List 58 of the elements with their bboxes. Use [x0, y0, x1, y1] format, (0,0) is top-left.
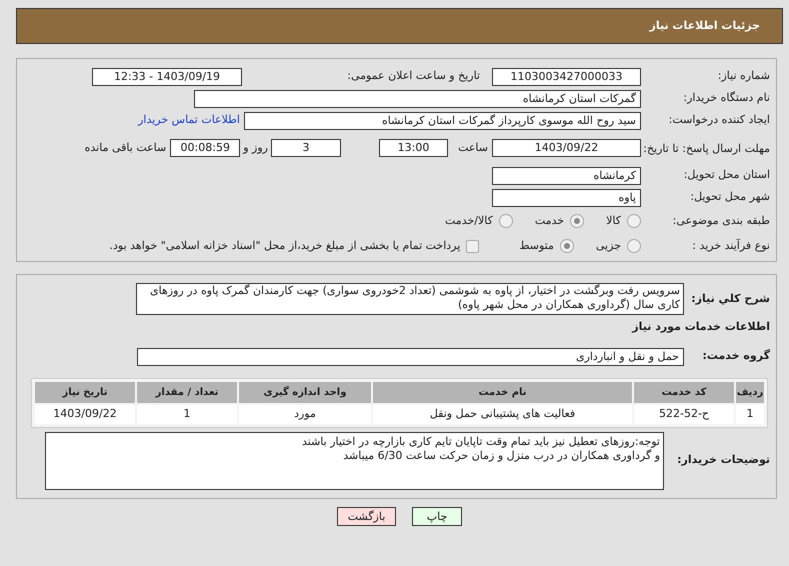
table-cell: فعالیت های پشتیبانی حمل ونقل	[373, 404, 632, 424]
description-box: سرویس رفت وبرگشت در اختیار، از پاوه به شوشمی (تعداد 2خودروی سواری) جهت کارمندان گمرک پاوه در روزهای کاری سال (گرداوری همکاران در محل شهر پاوه)	[136, 283, 684, 315]
label-text: جزیی	[596, 238, 621, 254]
label-text: متوسط	[519, 238, 554, 254]
table-cell: 1403/09/22	[35, 404, 135, 424]
notes-line: توجه:روزهای تعطیل نیز باید تمام وقت تاپایان تایم کاری بازارچه در اختیار باشند	[300, 434, 660, 448]
field-value: 00:08:59	[170, 139, 240, 157]
radio-button[interactable]	[627, 239, 641, 253]
column-header: نام خدمت	[373, 382, 632, 402]
checkbox[interactable]	[466, 240, 480, 252]
field-value: حمل و نقل و انبارداری	[137, 348, 684, 366]
label-text: روز و	[243, 140, 268, 156]
field-value: 1103003427000033	[492, 68, 641, 86]
table-cell: مورد	[239, 404, 371, 424]
field-value: گمرکات استان کرمانشاه	[194, 90, 641, 108]
column-header: تعداد / مقدار	[137, 382, 237, 402]
field-label: گروه خدمت:	[701, 348, 771, 364]
field-label: شماره نیاز:	[716, 68, 771, 84]
label-text: کالا	[606, 212, 621, 229]
radio-button[interactable]	[498, 214, 513, 228]
field-label: طبقه بندی موضوعی:	[672, 212, 771, 229]
table-cell: ح-52-522	[634, 404, 734, 424]
label-text: ساعت	[457, 140, 488, 156]
radio-button[interactable]	[627, 214, 641, 228]
radio-button[interactable]	[560, 239, 574, 253]
field-label: شهر محل تحویل:	[689, 189, 771, 206]
table-cell: 1	[137, 404, 237, 424]
field-label: شرح کلي نياز:	[690, 291, 771, 307]
field-value: 1403/09/19 - 12:33	[92, 68, 242, 86]
field-value: 13:00	[379, 139, 448, 157]
field-value: پاوه	[492, 188, 641, 206]
radio-button[interactable]	[570, 214, 584, 228]
header-title: جزئیات اطلاعات نیاز	[650, 18, 760, 34]
back-button[interactable]: بازگشت	[337, 506, 396, 526]
contact-link[interactable]: اطلاعات تماس خریدار	[138, 112, 240, 129]
field-label: ایجاد کننده درخواست:	[668, 112, 771, 128]
table-cell: 1	[736, 404, 764, 424]
label-text: کالا/خدمت	[445, 212, 493, 229]
notes-line: و گرداوری همکاران در درب منزل و زمان حرکت ساعت 6/30 میباشد	[343, 448, 660, 462]
field-value: سید روح الله موسوی کارپرداز گمرکات استان کرمانشاه	[244, 112, 641, 130]
label-text: خدمت	[534, 212, 564, 229]
field-label: مهلت ارسال پاسخ: تا تاریخ:	[642, 142, 771, 154]
column-header: ردیف	[736, 382, 764, 402]
field-value: کرمانشاه	[492, 166, 641, 184]
label-text: ساعت باقی مانده	[84, 140, 166, 156]
field-label: نوع فرآیند خرید :	[691, 238, 771, 254]
label-text: پرداخت تمام یا بخشی از مبلغ خرید،از محل "اسناد خزانه اسلامی" خواهد بود.	[110, 238, 460, 254]
field-label: نام دستگاه خریدار:	[682, 90, 771, 106]
field-value: 1403/09/22	[492, 139, 641, 157]
label-text: تاریخ و ساعت اعلان عمومی:	[346, 68, 480, 84]
field-label: استان محل تحویل:	[682, 167, 771, 184]
field-label: توضیحات خریدار:	[676, 452, 771, 468]
column-header: واحد اندازه گیری	[239, 382, 371, 402]
field-value: 3	[271, 139, 341, 157]
print-button[interactable]: چاپ	[412, 506, 462, 526]
section-title: اطلاعات خدمات مورد نیاز	[632, 319, 771, 335]
column-header: کد خدمت	[634, 382, 734, 402]
column-header: تاریخ نیاز	[35, 382, 135, 402]
